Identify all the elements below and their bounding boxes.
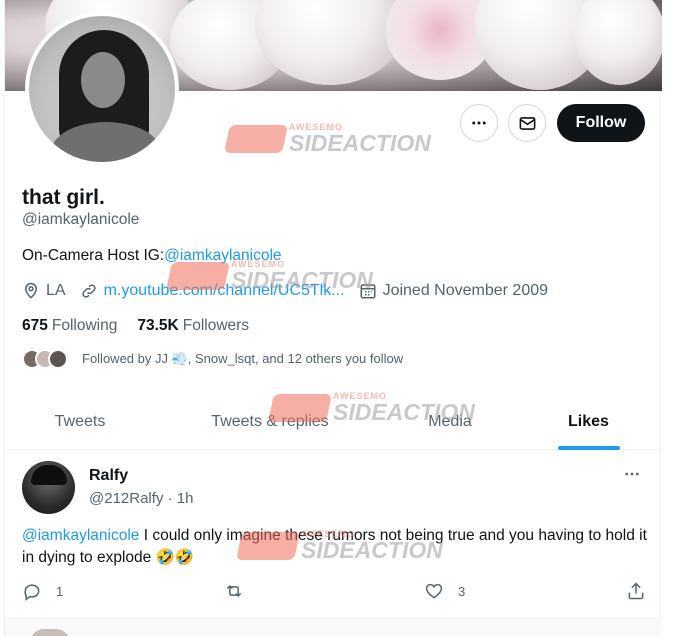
- retweet-button[interactable]: [223, 581, 259, 601]
- followers-label: Followers: [182, 317, 250, 334]
- location-text: LA: [46, 282, 66, 299]
- mail-icon: [519, 116, 535, 130]
- following-count-link[interactable]: 675 Following: [22, 317, 117, 335]
- tweet-author-handle: @212Ralfy · 1h: [89, 490, 194, 507]
- link-icon: [81, 284, 96, 298]
- tweet-text: @iamkaylanicole I could only imagine the…: [22, 525, 647, 569]
- retweet-icon: [226, 584, 242, 598]
- tab-likes[interactable]: Likes: [515, 395, 662, 450]
- active-tab-indicator: [557, 446, 620, 450]
- tweet[interactable]: Ralfy @212Ralfy · 1h @iamkaylanicole I c…: [5, 451, 662, 619]
- display-name: that girl.: [22, 186, 105, 209]
- join-date: Joined November 2009: [359, 282, 548, 300]
- profile-bio: On-Camera Host IG:@iamkaylanicole: [22, 247, 282, 265]
- tab-label: Media: [428, 413, 472, 430]
- location-icon: [24, 282, 38, 299]
- more-icon: [625, 472, 639, 476]
- following-label: Following: [51, 317, 118, 334]
- calendar-icon: [360, 284, 376, 299]
- profile-tabs: Tweets Tweets & replies Media Likes: [5, 395, 662, 450]
- profile-page: Follow that girl. @iamkaylanicole On-Cam…: [4, 0, 662, 636]
- tab-label: Likes: [568, 413, 609, 430]
- watermark: AWESEMO SIDEACTION: [224, 122, 431, 156]
- tweet-mention-link[interactable]: @iamkaylanicole: [22, 527, 139, 544]
- reply-icon: [24, 584, 40, 601]
- share-icon: [628, 582, 644, 600]
- followers-count: 73.5K: [137, 317, 179, 334]
- tab-media[interactable]: Media: [385, 395, 515, 449]
- follower-avatar: [48, 349, 68, 369]
- followed-by-text: Followed by JJ 💨, Snow_lsqt, and 12 othe…: [82, 351, 404, 366]
- follow-button[interactable]: Follow: [557, 104, 645, 142]
- join-date-text: Joined November 2009: [382, 282, 549, 299]
- tab-tweets-replies[interactable]: Tweets & replies: [155, 395, 385, 449]
- next-tweet[interactable]: [5, 620, 662, 636]
- profile-meta: LA m.youtube.com/channel/UC5Tlk... Joine…: [22, 282, 562, 300]
- website-link[interactable]: m.youtube.com/channel/UC5Tlk...: [104, 282, 345, 300]
- like-button[interactable]: 3: [424, 581, 465, 601]
- bio-mention-link[interactable]: @iamkaylanicole: [164, 247, 281, 264]
- tab-label: Tweets: [54, 413, 106, 430]
- tweet-author-avatar[interactable]: [30, 629, 70, 636]
- website[interactable]: m.youtube.com/channel/UC5Tlk...: [80, 282, 345, 300]
- tweet-more-button[interactable]: [623, 465, 641, 488]
- tweet-actions: 1 3: [22, 581, 647, 605]
- bio-text: On-Camera Host IG:: [22, 247, 165, 264]
- tab-label: Tweets & replies: [211, 413, 329, 430]
- watermark-small-text: AWESEMO: [289, 122, 344, 132]
- followed-by[interactable]: Followed by JJ 💨, Snow_lsqt, and 12 othe…: [22, 349, 403, 369]
- profile-handle: @iamkaylanicole: [22, 211, 140, 228]
- tab-tweets[interactable]: Tweets: [5, 395, 155, 449]
- more-icon: [472, 121, 486, 125]
- more-options-button[interactable]: [460, 104, 498, 142]
- watermark-logo: [224, 125, 288, 153]
- follow-counts: 675 Following 73.5K Followers: [22, 317, 269, 335]
- following-count: 675: [22, 317, 48, 334]
- tweet-author-avatar[interactable]: [22, 461, 75, 514]
- reply-button[interactable]: 1: [22, 581, 63, 601]
- share-button[interactable]: [626, 581, 660, 601]
- like-count: 3: [458, 583, 466, 599]
- reply-count: 1: [56, 583, 64, 599]
- watermark-text: SIDEACTION: [289, 130, 431, 156]
- profile-avatar[interactable]: [25, 12, 179, 166]
- message-button[interactable]: [508, 104, 546, 142]
- tweet-author-name[interactable]: Ralfy: [89, 467, 128, 485]
- like-icon: [425, 583, 443, 599]
- location: LA: [22, 282, 66, 300]
- followers-count-link[interactable]: 73.5K Followers: [137, 317, 249, 335]
